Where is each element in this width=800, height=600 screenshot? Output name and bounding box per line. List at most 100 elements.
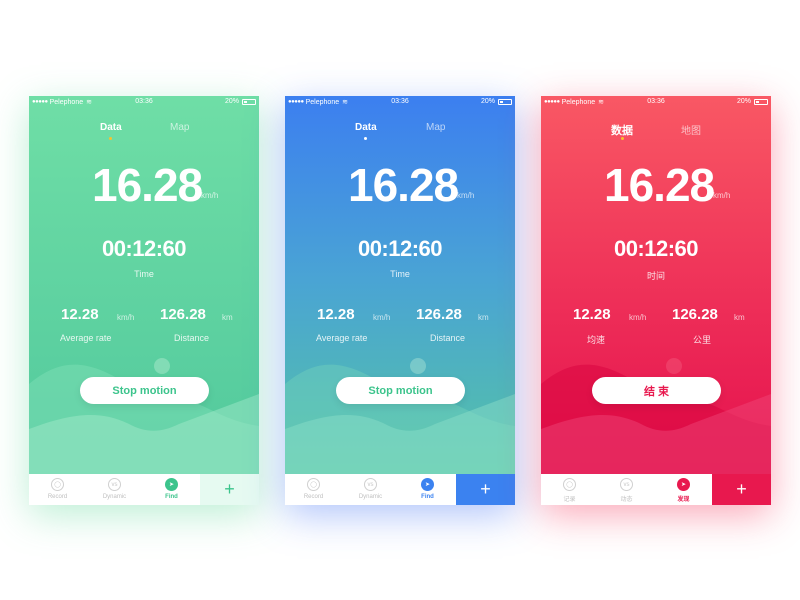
mountain-illustration	[29, 358, 259, 474]
status-bar: ●●●●● Pelephone ≋ 03:36 20%	[285, 96, 515, 109]
drop-icon: ◯	[307, 478, 320, 491]
top-tabs: Data Map	[29, 122, 259, 142]
battery-percent: 20%	[736, 98, 751, 105]
mountain-illustration	[285, 358, 515, 474]
battery-icon	[498, 98, 512, 105]
speed-value: 16.28	[604, 159, 715, 211]
tab-map-label: 地图	[681, 126, 701, 137]
tab-data[interactable]: 数据	[611, 122, 633, 140]
nav-record[interactable]: ◯ 记录	[541, 474, 598, 505]
average-rate-unit: km/h	[373, 313, 391, 322]
battery-icon	[242, 98, 256, 105]
bottom-nav: ◯ 记录 vs 动态 ➤ 发现 +	[541, 474, 771, 505]
tab-map[interactable]: Map	[426, 122, 445, 133]
vs-icon: vs	[108, 478, 121, 491]
nav-record-label: 记录	[563, 497, 576, 503]
speed-readout: 16.28 km/h	[285, 158, 515, 212]
battery-percent: 20%	[224, 98, 239, 105]
add-button[interactable]: +	[200, 474, 259, 505]
distance-value: 126.28	[160, 306, 206, 323]
average-rate-unit: km/h	[629, 313, 647, 322]
nav-find-label: Find	[165, 494, 178, 500]
tab-map-label: Map	[426, 122, 446, 133]
stop-motion-button[interactable]: 结 束	[592, 377, 721, 404]
nav-record-label: Record	[47, 494, 68, 500]
tab-data[interactable]: Data	[100, 122, 122, 140]
add-button[interactable]: +	[456, 474, 515, 505]
drop-icon: ◯	[51, 478, 64, 491]
add-button[interactable]: +	[712, 474, 771, 505]
distance-label: Distance	[174, 333, 210, 343]
speed-readout: 16.28 km/h	[541, 158, 771, 212]
bottom-nav: ◯ Record vs Dynamic ➤ Find +	[29, 474, 259, 505]
tab-map[interactable]: 地图	[681, 122, 701, 137]
average-rate-value: 12.28	[573, 306, 611, 323]
vs-icon: vs	[620, 478, 633, 491]
average-rate-unit: km/h	[117, 313, 135, 322]
distance-unit: km	[478, 313, 489, 322]
stop-motion-button[interactable]: Stop motion	[80, 377, 209, 404]
nav-dynamic[interactable]: vs Dynamic	[342, 474, 399, 505]
nav-dynamic-label: Dynamic	[102, 494, 127, 500]
average-rate-label: 均速	[587, 335, 606, 345]
nav-find[interactable]: ➤ 发现	[655, 474, 712, 505]
elapsed-time-label: 时间	[646, 271, 665, 281]
phone-screen-red: ●●●●● Pelephone ≋ 03:36 20% 数据 地图 16.28 …	[541, 96, 771, 505]
elapsed-time: 00:12:60	[357, 236, 443, 261]
nav-record[interactable]: ◯ Record	[285, 474, 342, 505]
status-bar: ●●●●● Pelephone ≋ 03:36 20%	[541, 96, 771, 109]
tab-map[interactable]: Map	[170, 122, 189, 133]
phone-screen-green: ●●●●● Pelephone ≋ 03:36 20% Data Map 16.…	[29, 96, 259, 505]
compass-icon: ➤	[677, 478, 690, 491]
speed-unit: km/h	[713, 191, 731, 200]
nav-record[interactable]: ◯ Record	[29, 474, 86, 505]
distance-unit: km	[734, 313, 745, 322]
distance-label: Distance	[430, 333, 466, 343]
average-rate-label: Average rate	[316, 333, 368, 343]
elapsed-time-label: Time	[390, 269, 410, 279]
tab-data-label: Data	[355, 122, 377, 133]
distance-value: 126.28	[672, 306, 718, 323]
tab-data-label: 数据	[611, 125, 633, 137]
nav-find-label: Find	[421, 494, 434, 500]
active-tab-indicator	[109, 137, 113, 140]
battery-icon	[754, 98, 768, 105]
compass-icon: ➤	[421, 478, 434, 491]
nav-find-label: 发现	[677, 497, 690, 503]
distance-label: 公里	[693, 335, 712, 345]
mountain-illustration	[541, 358, 771, 474]
active-tab-indicator	[364, 137, 368, 140]
nav-find[interactable]: ➤ Find	[399, 474, 456, 505]
elapsed-time: 00:12:60	[101, 236, 187, 261]
elapsed-time: 00:12:60	[613, 236, 699, 261]
tab-map-label: Map	[170, 122, 190, 133]
nav-record-label: Record	[303, 494, 324, 500]
nav-dynamic[interactable]: vs Dynamic	[86, 474, 143, 505]
speed-unit: km/h	[457, 191, 475, 200]
nav-dynamic[interactable]: vs 动态	[598, 474, 655, 505]
nav-find[interactable]: ➤ Find	[143, 474, 200, 505]
average-rate-label: Average rate	[60, 333, 112, 343]
vs-icon: vs	[364, 478, 377, 491]
distance-value: 126.28	[416, 306, 462, 323]
tab-data[interactable]: Data	[355, 122, 377, 140]
active-tab-indicator	[620, 137, 624, 140]
average-rate-value: 12.28	[61, 306, 99, 323]
drop-icon: ◯	[563, 478, 576, 491]
bottom-nav: ◯ Record vs Dynamic ➤ Find +	[285, 474, 515, 505]
compass-icon: ➤	[165, 478, 178, 491]
speed-value: 16.28	[92, 159, 203, 211]
speed-readout: 16.28 km/h	[29, 158, 259, 212]
tab-data-label: Data	[100, 122, 122, 133]
speed-unit: km/h	[201, 191, 219, 200]
nav-dynamic-label: Dynamic	[358, 494, 383, 500]
top-tabs: Data Map	[285, 122, 515, 142]
elapsed-time-label: Time	[134, 269, 154, 279]
top-tabs: 数据 地图	[541, 122, 771, 142]
status-bar: ●●●●● Pelephone ≋ 03:36 20%	[29, 96, 259, 109]
battery-percent: 20%	[480, 98, 495, 105]
nav-dynamic-label: 动态	[620, 497, 633, 503]
stop-motion-button[interactable]: Stop motion	[336, 377, 465, 404]
phone-screen-blue: ●●●●● Pelephone ≋ 03:36 20% Data Map 16.…	[285, 96, 515, 505]
distance-unit: km	[222, 313, 233, 322]
